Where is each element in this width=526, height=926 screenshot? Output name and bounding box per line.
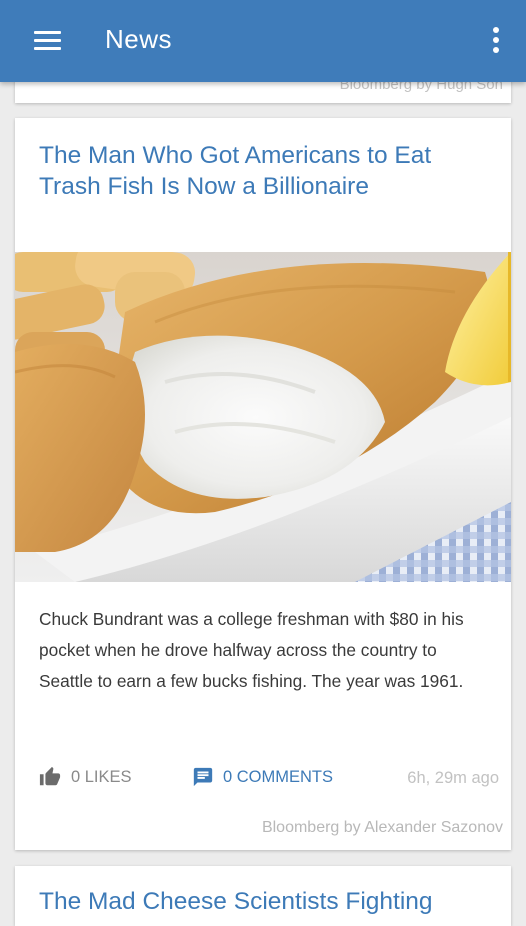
page-title: News [105, 24, 173, 54]
comment-icon [193, 767, 213, 787]
article-summary: Chuck Bundrant was a college freshman wi… [39, 609, 464, 691]
like-button[interactable]: 0 LIKES [39, 766, 132, 788]
article-image[interactable] [15, 252, 511, 582]
hamburger-menu-icon[interactable] [34, 31, 61, 51]
more-vert-icon[interactable] [492, 27, 500, 53]
article-headline[interactable]: The Man Who Got Americans to Eat Trash F… [39, 140, 494, 202]
article-source: Bloomberg by Alexander Sazonov [261, 819, 503, 836]
article-timestamp: 6h, 29m ago [407, 769, 499, 787]
thumbs-up-icon [39, 766, 61, 786]
next-article-headline[interactable]: The Mad Cheese Scientists Fighting [39, 886, 494, 917]
likes-count: 0 LIKES [71, 767, 132, 786]
fish-and-chips-photo [15, 252, 511, 582]
next-news-card[interactable]: The Mad Cheese Scientists Fighting [15, 866, 511, 926]
app-bar: News [0, 0, 526, 82]
comments-button[interactable]: 0 COMMENTS [192, 766, 333, 788]
article-actions: 0 LIKES 0 COMMENTS 6h, 29m ago [39, 766, 499, 792]
comments-count: 0 COMMENTS [223, 767, 334, 786]
news-card[interactable]: The Man Who Got Americans to Eat Trash F… [15, 118, 511, 850]
